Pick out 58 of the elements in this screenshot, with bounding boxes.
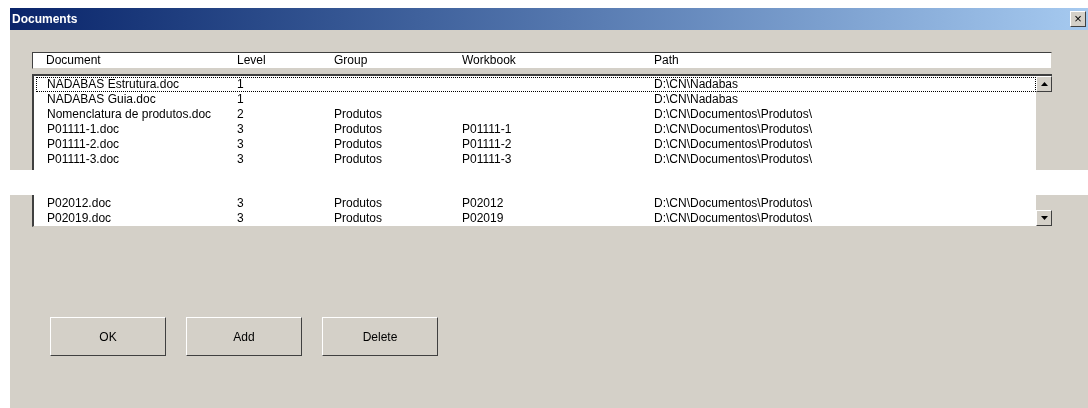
table-cell-text: P02019 — [462, 212, 505, 225]
table-cell-text: Produtos — [334, 212, 384, 225]
table-cell-text: D:\CN\Documentos\Produtos\ — [654, 197, 814, 210]
table-cell-text: P01111-3 — [462, 153, 513, 166]
table-cell-text: P02012.doc — [46, 197, 113, 210]
table-cell-text: Produtos — [334, 153, 384, 166]
list-row[interactable]: NADABAS Estrutura.doc 1 D:\CN\Nadabas — [36, 77, 1036, 92]
table-cell-text: 2 — [237, 108, 245, 121]
list-row[interactable]: P02019.doc 3 Produtos P02019 D:\CN\Documentos\Produtos\ — [36, 211, 1036, 226]
table-cell-text: Produtos — [334, 108, 384, 121]
list-row[interactable]: Nomenclatura de produtos.doc 2 Produtos D:\CN\Documentos\Produtos\ — [36, 107, 1036, 122]
table-cell-text: NADABAS Guia.doc — [46, 93, 157, 106]
table-cell-text: D:\CN\Documentos\Produtos\ — [654, 108, 814, 121]
table-cell-text: P01111-3.doc — [46, 153, 121, 166]
table-cell-text: P01111-2 — [462, 138, 513, 151]
table-cell-text: D:\CN\Nadabas — [654, 78, 740, 91]
list-row[interactable]: P02012.doc 3 Produtos P02012 D:\CN\Documentos\Produtos\ — [36, 196, 1036, 211]
close-button[interactable]: × — [1070, 11, 1086, 27]
table-cell-text: D:\CN\Documentos\Produtos\ — [654, 138, 814, 151]
table-cell-text: P02019.doc — [46, 212, 113, 225]
table-cell-text: P02012 — [462, 197, 505, 210]
table-cell-text: Produtos — [334, 123, 384, 136]
table-cell-text: 1 — [237, 93, 245, 106]
table-cell-text: D:\CN\Documentos\Produtos\ — [654, 153, 814, 166]
column-heading[interactable]: Document — [33, 53, 237, 68]
table-cell-text: 3 — [237, 153, 245, 166]
table-cell-text: P01111-1 — [462, 123, 513, 136]
table-cell-text: Produtos — [334, 197, 384, 210]
table-cell-text: NADABAS Estrutura.doc — [46, 78, 181, 91]
table-cell-text: 3 — [237, 197, 245, 210]
table-cell-text: Nomenclatura de produtos.doc — [46, 108, 213, 121]
scroll-up-button[interactable] — [1036, 76, 1052, 92]
table-cell-text: 3 — [237, 212, 245, 225]
column-heading[interactable]: Workbook — [462, 53, 654, 68]
table-cell-text: P01111-2.doc — [46, 138, 121, 151]
table-cell-text: Produtos — [334, 138, 384, 151]
down-arrow-icon — [1040, 216, 1048, 220]
column-heading[interactable]: Path — [654, 53, 1051, 68]
table-cell-text: 1 — [237, 78, 245, 91]
table-cell-text: 3 — [237, 138, 245, 151]
up-arrow-icon — [1040, 82, 1048, 86]
list-row[interactable]: NADABAS Guia.doc 1 D:\CN\Nadabas — [36, 92, 1036, 107]
table-cell-text: D:\CN\Documentos\Produtos\ — [654, 123, 814, 136]
dialog-button[interactable]: OK — [50, 317, 166, 356]
list-row[interactable]: P01111-3.doc 3 Produtos P01111-3 D:\CN\Documentos\Produtos\ — [36, 152, 1036, 167]
list-row[interactable]: P01111-1.doc 3 Produtos P01111-1 D:\CN\Documentos\Produtos\ — [36, 122, 1036, 137]
column-heading[interactable]: Level — [237, 53, 334, 68]
dialog-button[interactable]: Add — [186, 317, 302, 356]
scrollbar[interactable] — [1036, 76, 1052, 170]
table-cell-text: D:\CN\Documentos\Produtos\ — [654, 212, 814, 225]
table-cell-text: P01111-1.doc — [46, 123, 121, 136]
scroll-down-button[interactable] — [1036, 210, 1052, 226]
column-heading[interactable]: Group — [334, 53, 462, 68]
window-title: Documents — [11, 11, 78, 28]
list-row[interactable]: P01111-2.doc 3 Produtos P01111-2 D:\CN\Documentos\Produtos\ — [36, 137, 1036, 152]
table-cell-text: D:\CN\Nadabas — [654, 93, 740, 106]
table-cell-text: 3 — [237, 123, 245, 136]
dialog-button[interactable]: Delete — [322, 317, 438, 356]
